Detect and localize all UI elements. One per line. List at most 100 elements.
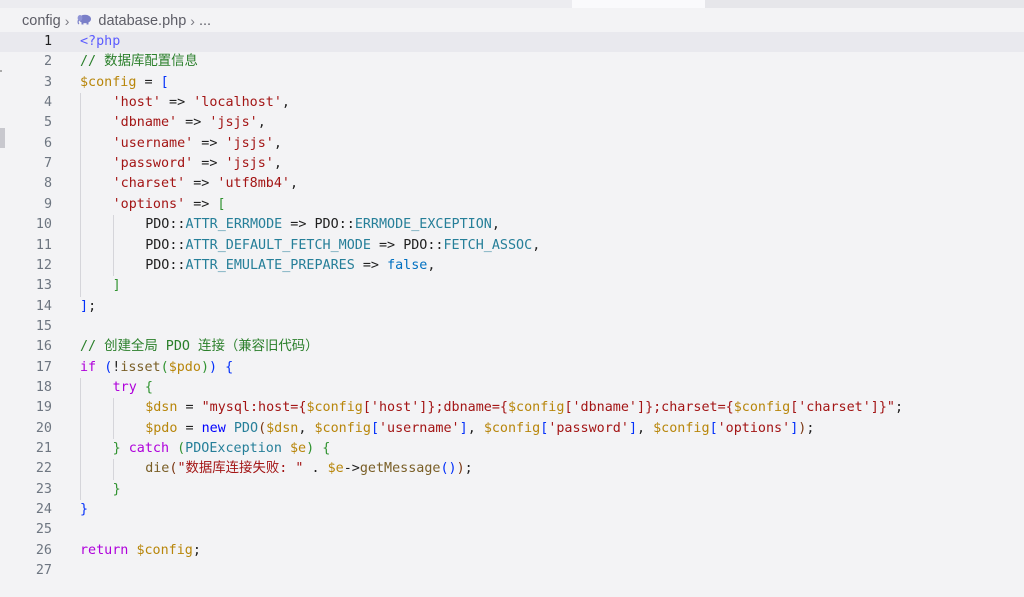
line-number: 3: [43, 74, 52, 90]
breadcrumb-more[interactable]: ...: [199, 13, 211, 29]
line-number: 27: [35, 563, 52, 579]
code-line[interactable]: 20 $pdo = new PDO($dsn, $config['username…: [0, 419, 1024, 439]
code-token: $config: [306, 400, 363, 416]
code-token: ): [448, 461, 457, 477]
code-line[interactable]: 11 PDO::ATTR_DEFAULT_FETCH_MODE => PDO::F…: [0, 236, 1024, 256]
code-token: =: [136, 74, 161, 90]
code-token: ,: [257, 115, 266, 131]
code-token: =: [177, 400, 202, 416]
code-text: 'password' => 'jsjs',: [113, 154, 282, 174]
code-token: ]: [80, 298, 89, 314]
code-line[interactable]: 18 try {: [0, 378, 1024, 398]
code-text: $pdo = new PDO($dsn, $config['username']…: [145, 419, 814, 439]
code-line[interactable]: 19 $dsn = "mysql:host={$config['host']};d…: [0, 398, 1024, 418]
code-token: $config: [653, 420, 710, 436]
code-line[interactable]: 22 die("数据库连接失败: " . $e->getMessage());: [0, 459, 1024, 479]
code-line[interactable]: 7 'password' => 'jsjs',: [0, 154, 1024, 174]
code-line[interactable]: 2 // 数据库配置信息: [0, 52, 1024, 72]
code-token: 'jsjs': [209, 115, 258, 131]
indent-guide: [80, 93, 81, 297]
code-line[interactable]: 5 'dbname' => 'jsjs',: [0, 113, 1024, 133]
code-line[interactable]: 4 'host' => 'localhost',: [0, 93, 1024, 113]
code-text: PDO::ATTR_DEFAULT_FETCH_MODE => PDO::FET…: [145, 236, 540, 256]
code-token: ATTR_EMULATE_PREPARES: [185, 257, 355, 273]
code-line[interactable]: 14];: [0, 297, 1024, 317]
code-line[interactable]: 16 // 创建全局 PDO 连接（兼容旧代码）: [0, 337, 1024, 357]
code-token: ::: [169, 257, 186, 273]
code-token: ['dbname']: [564, 400, 646, 416]
tab-strip: [0, 0, 1024, 8]
chevron-right-icon: ›: [64, 13, 70, 29]
code-line[interactable]: 21} catch (PDOException $e) {: [0, 439, 1024, 459]
code-token: 'utf8mb4': [217, 176, 290, 192]
line-number: 7: [43, 156, 52, 172]
code-token: ,: [289, 176, 299, 192]
code-line[interactable]: 26 return $config;: [0, 541, 1024, 561]
tab-strip-segment: [572, 0, 705, 8]
code-token: isset: [120, 359, 161, 375]
code-token: 'username': [379, 420, 460, 436]
line-number: 23: [35, 481, 52, 497]
code-line[interactable]: 27: [0, 561, 1024, 581]
code-line[interactable]: 24}: [0, 500, 1024, 520]
code-token: new: [201, 420, 226, 436]
code-text: 'dbname' => 'jsjs',: [113, 113, 266, 133]
code-line[interactable]: 3 $config = [: [0, 73, 1024, 93]
indent-guide: [112, 215, 114, 277]
code-token: (: [258, 420, 267, 436]
code-token: ::: [427, 237, 444, 253]
code-token: =>: [185, 176, 218, 192]
line-number: 26: [35, 542, 52, 558]
code-token: PDO: [314, 217, 339, 233]
code-line[interactable]: 6 'username' => 'jsjs',: [0, 134, 1024, 154]
line-number: 22: [35, 461, 52, 477]
code-token: if: [80, 359, 97, 375]
code-token: ): [456, 461, 465, 477]
code-token: ;: [464, 461, 473, 477]
code-token: ): [209, 359, 218, 375]
code-editor[interactable]: 1 <?php 2// 数据库配置信息 3 $config = [4'host' => …: [0, 32, 1024, 597]
line-number: 11: [35, 237, 52, 253]
code-token: 'host': [112, 95, 161, 111]
code-line[interactable]: 25: [0, 520, 1024, 540]
code-token: ['charset']: [790, 400, 879, 416]
line-number: 15: [35, 318, 52, 334]
code-token: die: [145, 461, 170, 477]
code-token: $config: [483, 420, 541, 436]
code-token: $config: [508, 400, 565, 416]
code-token: 'password': [548, 420, 629, 436]
code-line[interactable]: 9 'options' => [: [0, 195, 1024, 215]
breadcrumb-file[interactable]: database.php: [98, 13, 186, 29]
line-number: 10: [35, 217, 52, 233]
code-line[interactable]: 10 PDO::ATTR_ERRMODE => PDO::ERRMODE_EXCE…: [0, 215, 1024, 235]
line-number: 25: [35, 522, 52, 538]
code-line[interactable]: 8 'charset' => 'utf8mb4',: [0, 174, 1024, 194]
code-token: }: [112, 441, 121, 456]
code-line[interactable]: 12 PDO::ATTR_EMULATE_PREPARES => false,: [0, 256, 1024, 276]
code-line[interactable]: 15: [0, 317, 1024, 337]
code-line[interactable]: 17 if (!isset($pdo)) {: [0, 358, 1024, 378]
code-token: PDO: [233, 420, 259, 436]
code-token: =>: [177, 115, 210, 131]
line-number: 24: [35, 502, 52, 518]
code-token: $e: [327, 461, 344, 477]
code-line[interactable]: 23}: [0, 480, 1024, 500]
code-line[interactable]: 1 <?php: [0, 32, 1024, 53]
code-token: ,: [491, 217, 500, 233]
code-token: (: [160, 359, 169, 375]
code-token: =>: [354, 257, 388, 273]
code-token: =>: [193, 135, 226, 151]
code-line[interactable]: 13]: [0, 276, 1024, 296]
code-text: 'host' => 'localhost',: [113, 93, 290, 113]
breadcrumb-folder[interactable]: config: [22, 13, 61, 29]
indent-guide: [112, 459, 114, 480]
code-text: 'charset' => 'utf8mb4',: [113, 174, 298, 194]
indent-guide: [112, 398, 114, 439]
code-token: ]: [459, 420, 468, 436]
